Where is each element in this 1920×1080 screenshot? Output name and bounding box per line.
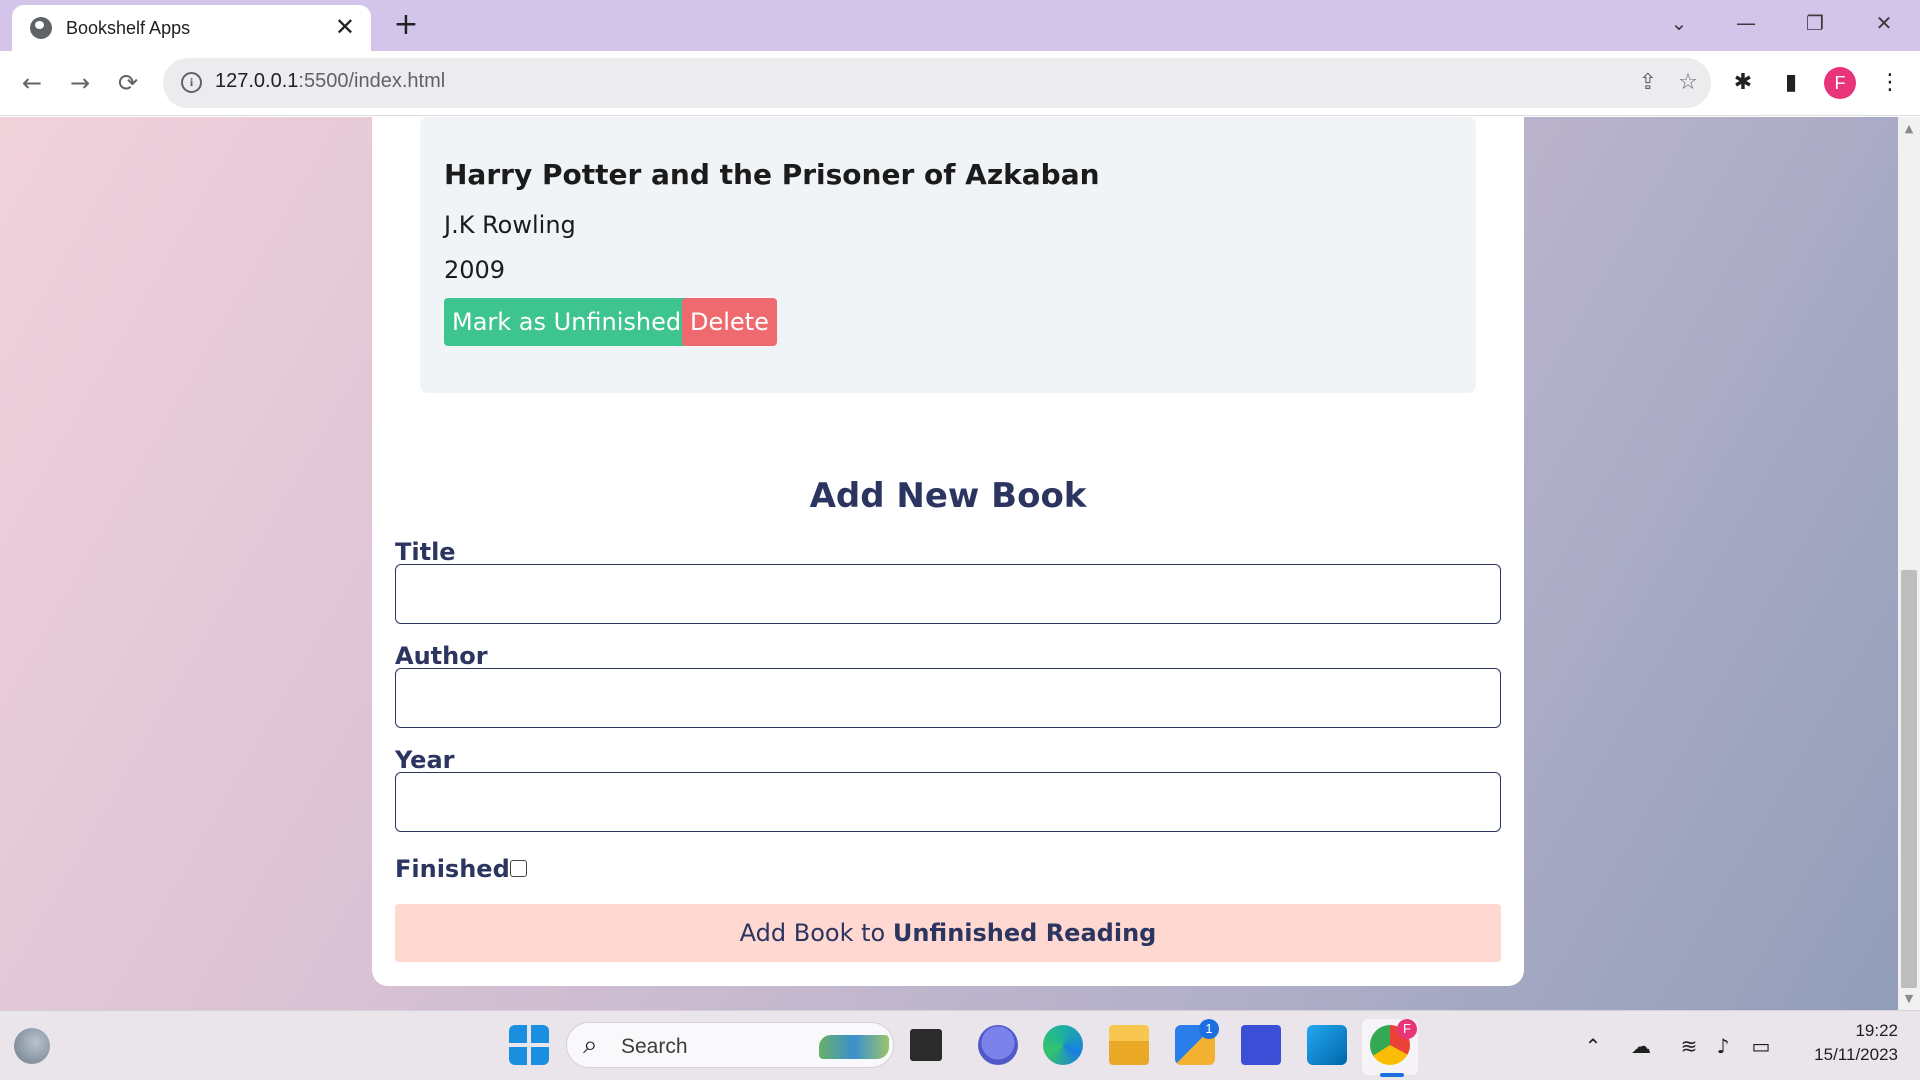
site-info-icon[interactable]: i (181, 72, 202, 93)
address-bar[interactable]: i 127.0.0.1:5500/index.html ⇪ ☆ (163, 58, 1711, 108)
volume-icon[interactable]: ♪ (1708, 1031, 1738, 1061)
url-text[interactable]: 127.0.0.1:5500/index.html (215, 70, 445, 93)
edge-browser-icon[interactable] (1043, 1025, 1083, 1065)
app-icon[interactable] (1241, 1025, 1281, 1065)
scroll-down-arrow-icon[interactable]: ▼ (1903, 993, 1915, 1005)
year-input[interactable] (395, 772, 1501, 832)
menu-dots-icon[interactable]: ⋮ (1872, 65, 1908, 101)
book-author: J.K Rowling (444, 211, 576, 239)
onedrive-cloud-icon[interactable]: ☁ (1626, 1031, 1656, 1061)
extensions-puzzle-icon[interactable]: ✱ (1725, 65, 1761, 101)
new-tab-button[interactable]: + (391, 8, 421, 42)
page-viewport: Harry Potter and the Prisoner of Azkaban… (0, 117, 1898, 1010)
submit-target: Unfinished Reading (892, 919, 1157, 947)
windows-start-icon[interactable] (509, 1025, 549, 1065)
tab-search-icon[interactable]: ⌄ (1659, 8, 1699, 38)
widgets-icon[interactable] (14, 1028, 50, 1064)
delete-book-button[interactable]: Delete (682, 298, 777, 346)
vscode-icon[interactable] (1307, 1025, 1347, 1065)
close-window-button[interactable]: ✕ (1864, 8, 1904, 38)
side-panel-icon[interactable]: ▮ (1773, 65, 1809, 101)
forward-arrow-icon[interactable]: → (62, 65, 98, 101)
chrome-profile-badge: F (1397, 1019, 1417, 1039)
book-title: Harry Potter and the Prisoner of Azkaban (444, 158, 1100, 191)
book-year: 2009 (444, 256, 506, 284)
store-notification-badge: 1 (1199, 1019, 1219, 1039)
browser-titlebar: Bookshelf Apps ✕ + ⌄ — ❐ ✕ (0, 0, 1920, 51)
chrome-active-indicator (1380, 1073, 1404, 1077)
globe-icon (30, 17, 52, 39)
file-explorer-icon[interactable] (1109, 1025, 1149, 1065)
battery-icon[interactable]: ▭ (1746, 1031, 1776, 1061)
taskbar-clock[interactable]: 19:22 15/11/2023 (1790, 1019, 1898, 1067)
back-arrow-icon[interactable]: ← (14, 65, 50, 101)
search-highlight-image (819, 1035, 889, 1059)
tab-title: Bookshelf Apps (66, 18, 191, 38)
author-input[interactable] (395, 668, 1501, 728)
profile-avatar[interactable]: F (1824, 67, 1856, 99)
close-tab-icon[interactable]: ✕ (335, 13, 355, 41)
taskbar-search[interactable]: ⌕ Search (566, 1022, 894, 1068)
url-path: :5500/index.html (298, 70, 446, 92)
finished-label: Finished (395, 855, 510, 883)
add-book-card: Add New Book Title Author Year Finished … (372, 450, 1524, 986)
title-label: Title (395, 538, 456, 566)
browser-tab[interactable]: Bookshelf Apps ✕ (12, 5, 371, 51)
browser-toolbar: ← → ⟳ i 127.0.0.1:5500/index.html ⇪ ☆ ✱ … (0, 51, 1920, 116)
finished-checkbox[interactable] (510, 860, 527, 877)
scroll-up-arrow-icon[interactable]: ▲ (1903, 123, 1915, 135)
show-hidden-icons-chevron-icon[interactable]: ⌃ (1578, 1031, 1608, 1061)
form-heading: Add New Book (809, 476, 1087, 516)
bookmark-star-icon[interactable]: ☆ (1673, 68, 1703, 98)
task-view-icon[interactable] (910, 1029, 942, 1061)
clock-time: 19:22 (1855, 1021, 1898, 1040)
mark-unfinished-button[interactable]: Mark as Unfinished (444, 298, 690, 346)
reload-icon[interactable]: ⟳ (110, 65, 146, 101)
share-icon[interactable]: ⇪ (1633, 68, 1663, 98)
search-icon: ⌕ (583, 1030, 598, 1060)
windows-taskbar: ⌕ Search 1 F ⌃ ☁ ≋ ♪ ▭ 19:22 15/11/2023 (0, 1010, 1920, 1080)
restore-button[interactable]: ❐ (1795, 8, 1835, 38)
add-book-submit-button[interactable]: Add Book to Unfinished Reading (395, 904, 1501, 962)
year-label: Year (395, 746, 455, 774)
wifi-icon[interactable]: ≋ (1674, 1031, 1704, 1061)
page-scrollbar[interactable]: ▲ ▼ (1898, 117, 1920, 1010)
title-input[interactable] (395, 564, 1501, 624)
scroll-thumb[interactable] (1901, 570, 1917, 988)
submit-prefix: Add Book to (739, 919, 893, 947)
taskbar-search-placeholder: Search (621, 1035, 688, 1058)
url-host: 127.0.0.1 (215, 70, 299, 92)
minimize-button[interactable]: — (1726, 8, 1766, 38)
teams-chat-icon[interactable] (978, 1025, 1018, 1065)
author-label: Author (395, 642, 488, 670)
clock-date: 15/11/2023 (1814, 1045, 1898, 1064)
